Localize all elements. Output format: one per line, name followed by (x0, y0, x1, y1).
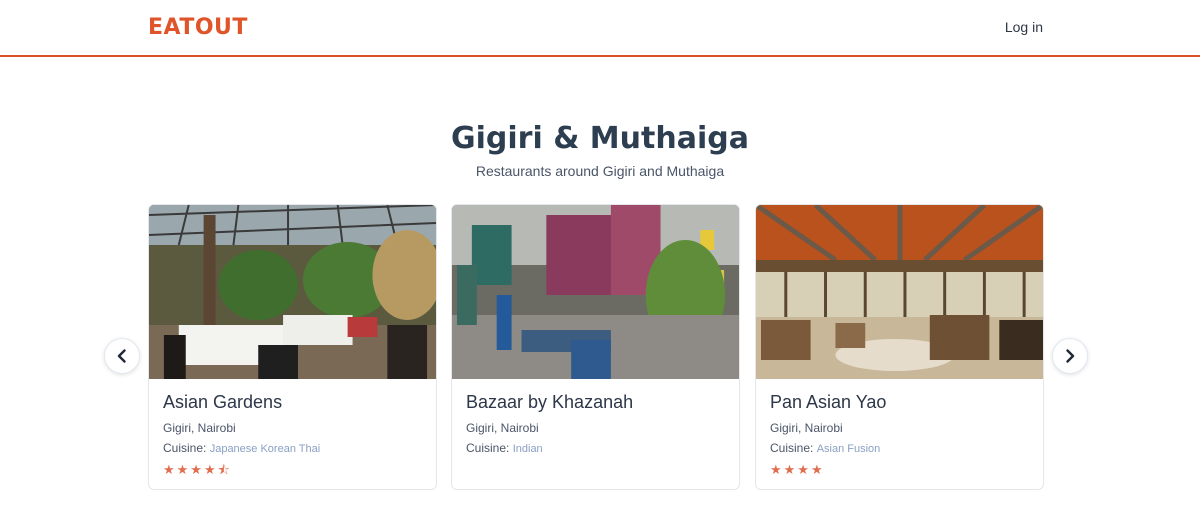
restaurant-cuisine: Cuisine: Asian Fusion (770, 441, 1029, 455)
cuisine-value: Indian (512, 443, 543, 455)
restaurant-name: Bazaar by Khazanah (466, 392, 634, 412)
restaurant-cuisine: Cuisine: Indian (466, 441, 725, 455)
restaurant-carousel: Asian Gardens Gigiri, Nairobi Cuisine: J… (148, 204, 1044, 490)
restaurant-card[interactable]: Bazaar by Khazanah Gigiri, Nairobi Cuisi… (451, 204, 740, 490)
restaurant-photo (452, 205, 739, 379)
star-rating: ★★★★ (770, 462, 825, 477)
restaurant-photo (149, 205, 436, 379)
restaurant-location: Gigiri, Nairobi (770, 421, 843, 435)
chevron-right-icon (1066, 349, 1075, 363)
eatout-logo[interactable]: EATOUT (148, 15, 248, 41)
restaurant-location: Gigiri, Nairobi (466, 421, 539, 435)
hero-section: Gigiri & Muthaiga Restaurants around Gig… (0, 118, 1200, 179)
cuisine-label: Cuisine: (770, 441, 814, 455)
restaurant-photo (756, 205, 1043, 379)
page-title: Gigiri & Muthaiga (451, 121, 749, 156)
chevron-left-icon (117, 349, 126, 363)
carousel-next-button[interactable] (1052, 338, 1088, 374)
site-header: EATOUT Log in (0, 0, 1200, 57)
page-subtitle: Restaurants around Gigiri and Muthaiga (475, 163, 725, 179)
restaurant-card[interactable]: Pan Asian Yao Gigiri, Nairobi Cuisine: A… (755, 204, 1044, 490)
login-link[interactable]: Log in (1005, 19, 1043, 35)
cuisine-value: Asian Fusion (816, 443, 881, 455)
cuisine-value: Japanese Korean Thai (209, 443, 321, 455)
carousel-prev-button[interactable] (104, 338, 140, 374)
cuisine-label: Cuisine: (466, 441, 510, 455)
cuisine-label: Cuisine: (163, 441, 207, 455)
restaurant-location: Gigiri, Nairobi (163, 421, 236, 435)
star-rating: ★★★★⯪ (163, 462, 232, 477)
restaurant-name: Pan Asian Yao (770, 392, 887, 412)
logo-text: EATOUT (148, 15, 248, 40)
restaurant-name: Asian Gardens (163, 392, 283, 412)
restaurant-card[interactable]: Asian Gardens Gigiri, Nairobi Cuisine: J… (148, 204, 437, 490)
restaurant-cuisine: Cuisine: Japanese Korean Thai (163, 441, 422, 455)
